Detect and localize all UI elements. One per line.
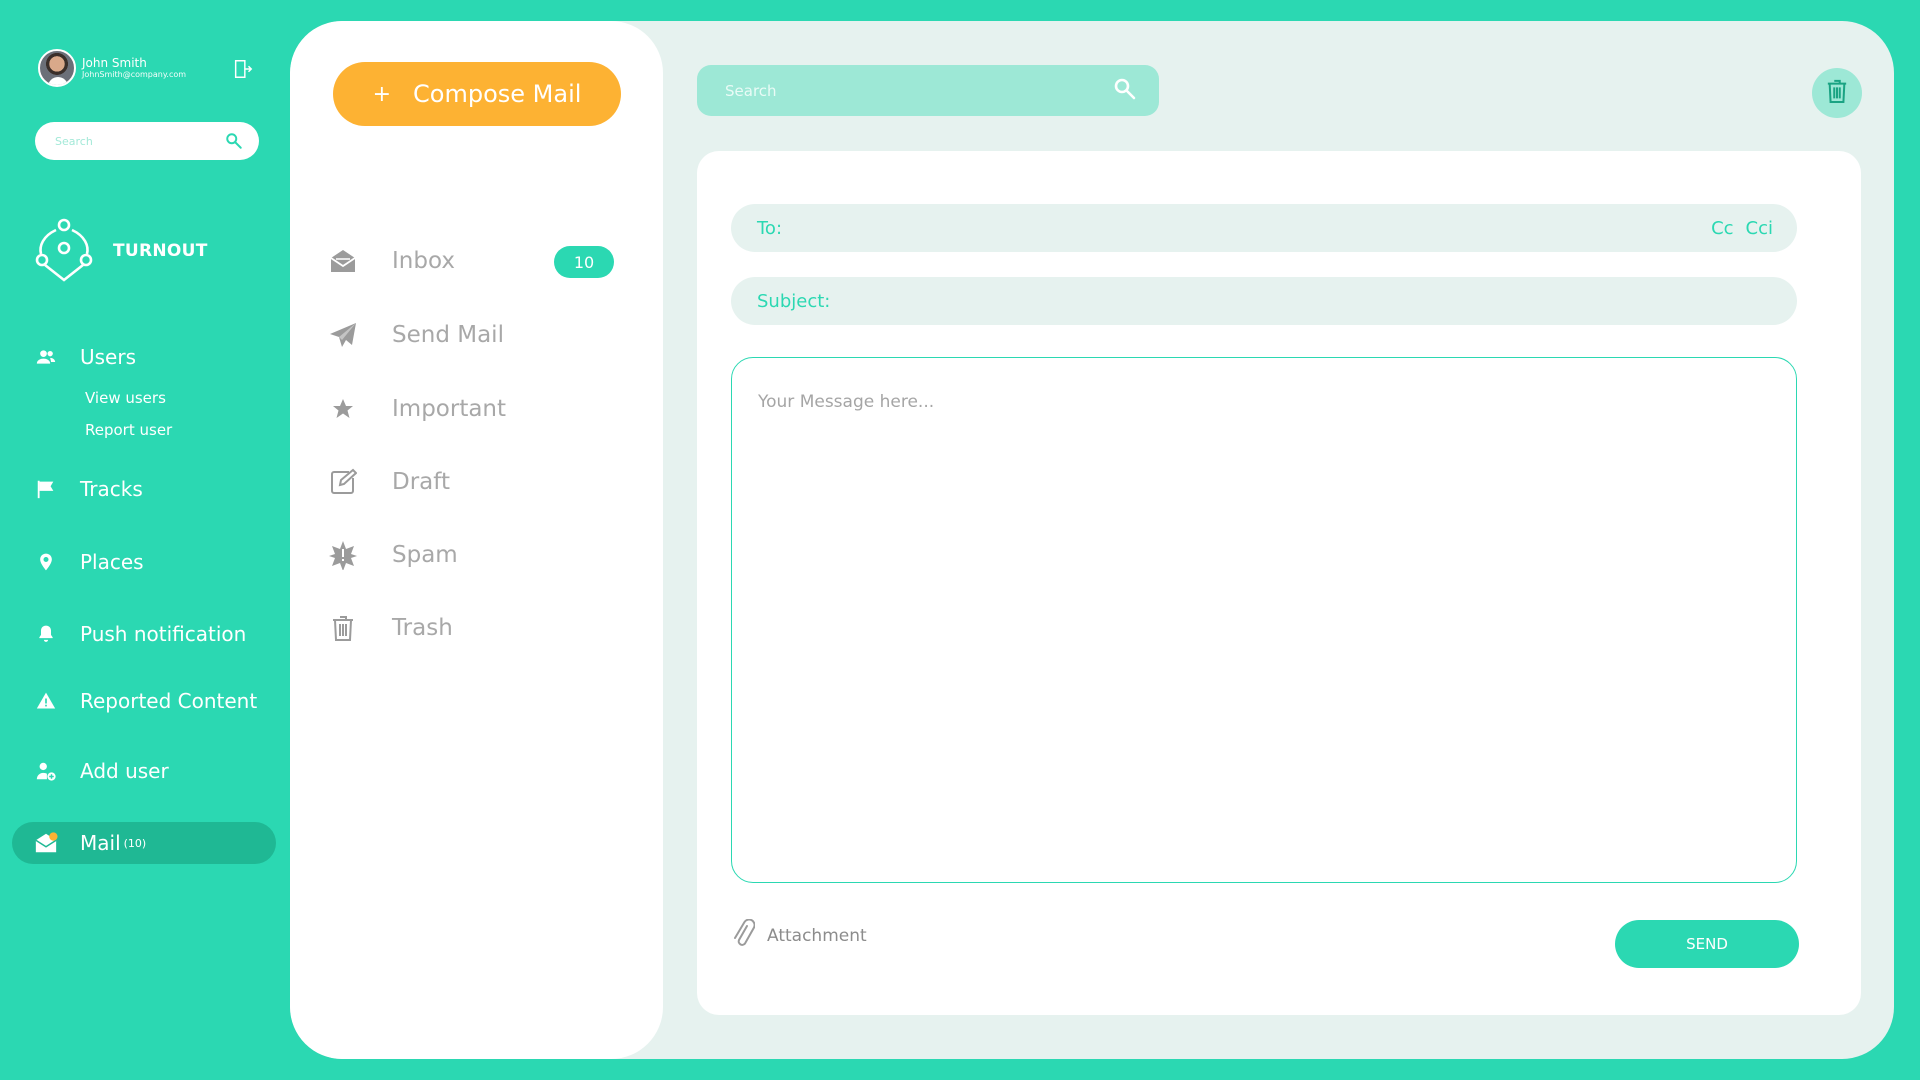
sidebar-search[interactable] [35,122,259,160]
to-field[interactable]: To: Cc Cci [731,204,1797,252]
nav-subitem-view-users[interactable]: View users [85,389,166,407]
logout-icon[interactable] [232,58,254,80]
send-button[interactable]: SEND [1615,920,1799,968]
folder-label: Draft [392,469,450,495]
nav-label-places: Places [80,550,144,574]
search-icon[interactable] [225,132,243,150]
brand-name: TURNOUT [113,241,208,261]
nav-item-add-user[interactable]: Add user [34,759,169,783]
delete-button[interactable] [1812,68,1862,118]
brand[interactable]: TURNOUT [33,218,208,284]
paper-plane-icon [328,320,358,350]
subject-label: Subject: [757,290,831,312]
nav-label-tracks: Tracks [80,477,143,501]
attachment-button[interactable]: Attachment [731,918,867,953]
message-body[interactable] [731,357,1797,883]
nav-item-reported-content[interactable]: Reported Content [34,689,257,713]
edit-icon [328,467,358,497]
search-icon[interactable] [1113,77,1137,105]
nav-item-places[interactable]: Places [34,550,144,574]
nav-item-push-notification[interactable]: Push notification [34,622,246,646]
flag-icon [34,477,58,501]
folder-send-mail[interactable]: Send Mail [328,320,628,350]
compose-mail-label: Compose Mail [413,80,582,108]
nav-label-users: Users [80,345,137,369]
trash-icon [1826,78,1848,108]
nav-subitem-report-user[interactable]: Report user [85,421,172,439]
nav-item-users[interactable]: Users [34,345,136,369]
mail-count-badge: (10) [123,836,147,850]
sidebar: John Smith JohnSmith@company.com TURNOUT [0,0,290,1080]
avatar [38,49,76,87]
cc-link[interactable]: Cc [1711,218,1733,239]
folder-label: Inbox [392,248,455,274]
nav-label-add-user: Add user [80,759,169,783]
to-label: To: [757,217,783,239]
nav-label-reported-content: Reported Content [80,689,258,713]
nav-item-mail[interactable]: Mail (10) [34,831,146,855]
nav-label-push-notification: Push notification [80,622,247,646]
folder-label: Spam [392,542,458,568]
compose-mail-button[interactable]: + Compose Mail [333,62,621,126]
user-email: JohnSmith@company.com [82,70,187,80]
add-user-icon [34,759,58,783]
to-input[interactable] [792,217,1700,239]
plus-icon: + [372,81,392,107]
mail-search[interactable] [697,65,1159,116]
subject-field[interactable]: Subject: [731,277,1797,325]
user-name: John Smith [82,55,147,70]
folder-panel: + Compose Mail Inbox 10 Send Mail Import… [290,21,663,1059]
mail-search-input[interactable] [725,81,1113,100]
spam-icon [328,540,358,570]
star-icon [328,394,358,424]
mail-notification-icon [34,831,58,855]
sidebar-search-input[interactable] [55,134,225,148]
folder-label: Send Mail [392,322,504,348]
turnout-logo-icon [33,218,95,284]
inbox-icon [328,246,358,276]
paperclip-icon [731,918,756,953]
bell-icon [34,622,58,646]
folder-spam[interactable]: Spam [328,540,628,570]
main-panel: + Compose Mail Inbox 10 Send Mail Import… [290,21,1894,1059]
folder-draft[interactable]: Draft [328,467,628,497]
cci-link[interactable]: Cci [1746,218,1773,239]
folder-label: Important [392,396,507,422]
folder-inbox[interactable]: Inbox 10 [328,246,628,278]
nav-label-mail: Mail [80,831,121,855]
inbox-count-badge: 10 [554,246,614,278]
warning-icon [34,689,58,713]
folder-important[interactable]: Important [328,394,628,424]
compose-form: To: Cc Cci Subject: Attachment SEND [697,151,1861,1015]
users-icon [34,345,58,369]
folder-label: Trash [392,615,453,641]
attachment-label: Attachment [767,926,867,946]
subject-input[interactable] [840,290,1773,312]
user-profile[interactable]: John Smith JohnSmith@company.com [38,49,186,87]
nav-item-tracks[interactable]: Tracks [34,477,143,501]
folder-trash[interactable]: Trash [328,613,628,643]
map-pin-icon [34,550,58,574]
trash-icon [328,613,358,643]
